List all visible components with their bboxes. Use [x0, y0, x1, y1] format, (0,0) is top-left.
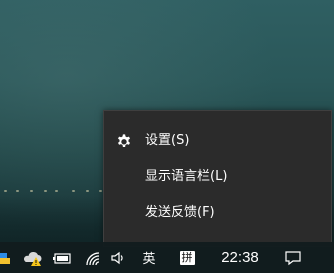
menu-item-send-feedback[interactable]: 发送反馈(F) [104, 195, 331, 231]
app-tray-glyph [0, 252, 10, 264]
notification-glyph [285, 250, 301, 265]
taskbar: 英 拼 22:38 [0, 242, 334, 273]
gear-icon [118, 134, 130, 147]
app-tray-icon[interactable] [0, 242, 12, 273]
ime-button[interactable]: 拼 [176, 242, 198, 273]
ime-label: 拼 [179, 250, 195, 265]
ime-context-menu: 设置(S) 显示语言栏(L) 发送反馈(F) [103, 110, 332, 247]
battery-glyph [53, 252, 71, 264]
menu-item-label: 设置(S) [145, 133, 190, 148]
cloud-warning-icon[interactable] [20, 242, 46, 273]
speaker-glyph [111, 251, 123, 264]
menu-item-label: 显示语言栏(L) [145, 169, 228, 184]
clock-time: 22:38 [221, 249, 259, 266]
speaker-icon[interactable] [108, 242, 130, 273]
wifi-icon[interactable] [82, 242, 104, 273]
input-mode-button[interactable]: 英 [137, 242, 161, 273]
input-mode-label: 英 [142, 252, 156, 267]
menu-item-settings[interactable]: 设置(S) [104, 123, 331, 159]
clock[interactable]: 22:38 [212, 242, 268, 273]
wifi-glyph [86, 251, 100, 265]
battery-icon[interactable] [51, 242, 73, 273]
cloud-glyph [24, 251, 42, 266]
menu-item-label: 发送反馈(F) [145, 205, 215, 220]
notification-icon[interactable] [281, 242, 305, 273]
menu-item-show-language-bar[interactable]: 显示语言栏(L) [104, 159, 331, 195]
